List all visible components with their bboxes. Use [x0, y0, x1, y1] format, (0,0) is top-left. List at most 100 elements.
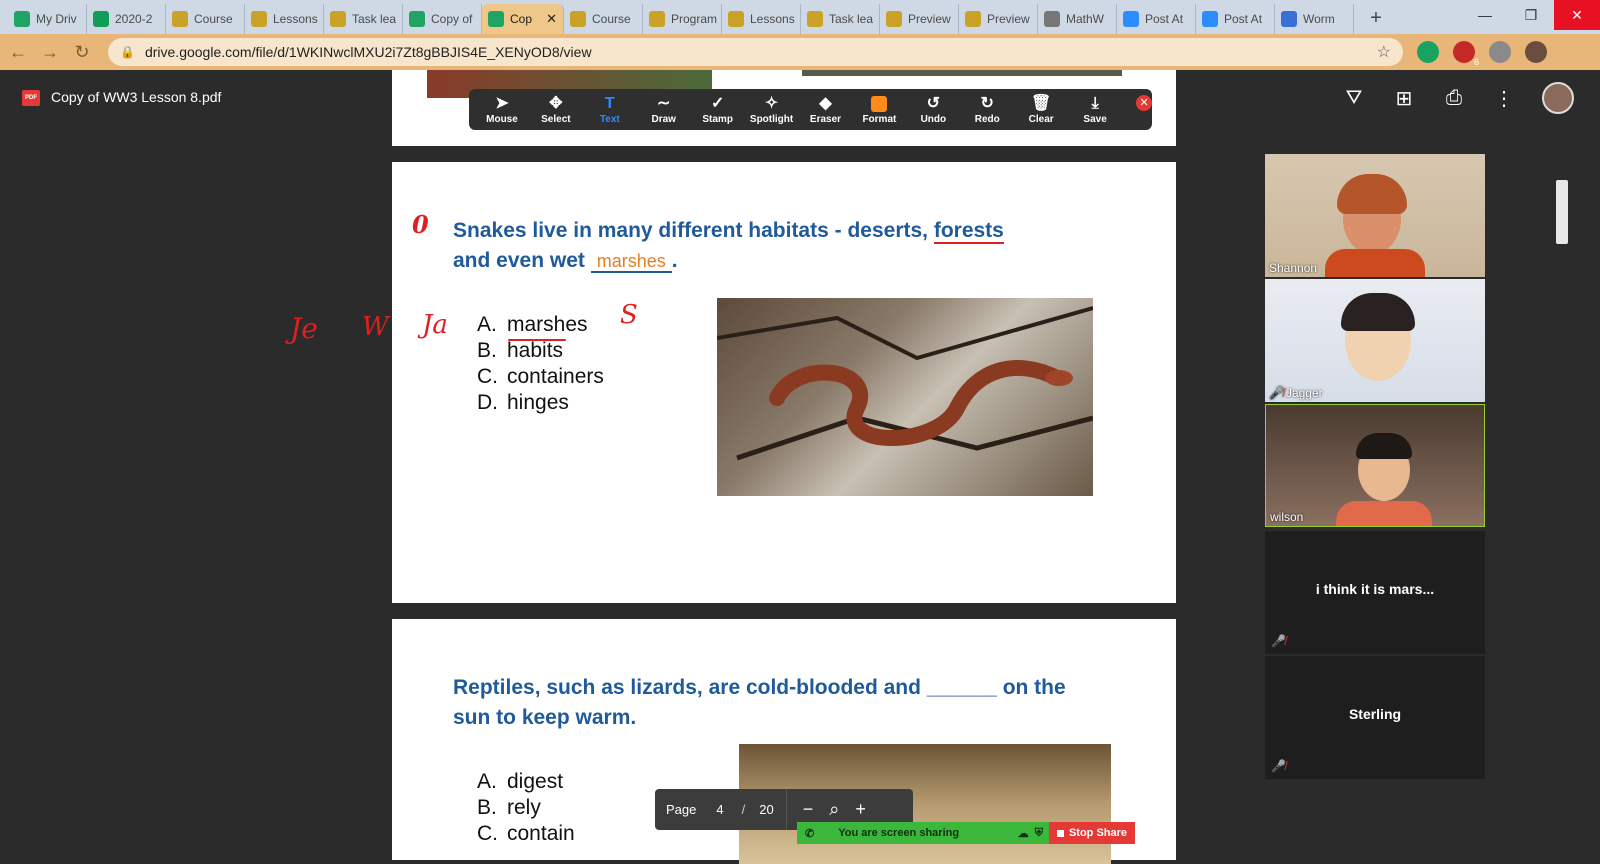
- browser-tab[interactable]: 2020-2: [87, 4, 166, 34]
- browser-tab[interactable]: Task lea: [801, 4, 880, 34]
- tab-label: Course: [194, 12, 233, 26]
- stop-share-button[interactable]: Stop Share: [1049, 822, 1135, 844]
- participant-tile-no-video[interactable]: i think it is mars... 🎤̸: [1265, 531, 1485, 654]
- tool-clear-button[interactable]: 🗑 Clear: [1014, 94, 1068, 125]
- browser-tab[interactable]: Course: [166, 4, 245, 34]
- participant-tile-sterling[interactable]: Sterling 🎤̸: [1265, 656, 1485, 779]
- answer-option: A. digest: [477, 769, 575, 795]
- new-tab-icon[interactable]: +: [1362, 4, 1390, 32]
- extension-green-icon[interactable]: [1417, 41, 1439, 63]
- back-icon[interactable]: ←: [4, 38, 32, 66]
- muted-mic-icon: 🎤̸: [1269, 386, 1284, 400]
- participant-tile-jagger[interactable]: 🎤̸ Jagger: [1265, 279, 1485, 402]
- scrollbar-thumb[interactable]: [1556, 180, 1568, 244]
- restore-icon[interactable]: ❐: [1508, 0, 1554, 30]
- browser-tab[interactable]: Lessons: [245, 4, 324, 34]
- browser-tab[interactable]: MathW: [1038, 4, 1117, 34]
- browser-tab[interactable]: Program: [643, 4, 722, 34]
- squiggle-icon: ∼: [657, 95, 671, 112]
- close-toolbar-icon[interactable]: ✕: [1136, 94, 1153, 111]
- tool-spotlight-button[interactable]: ✧ Spotlight: [745, 94, 799, 125]
- google-sheets-icon: [93, 11, 109, 27]
- tool-draw-button[interactable]: ∼ Draw: [637, 94, 691, 125]
- tool-format-button[interactable]: Format: [852, 94, 906, 125]
- tool-stamp-button[interactable]: ✓ Stamp: [691, 94, 745, 125]
- extension-badge-icon[interactable]: 6: [1453, 41, 1479, 67]
- browser-tab[interactable]: Preview: [959, 4, 1038, 34]
- account-avatar[interactable]: [1542, 82, 1574, 114]
- browser-tab[interactable]: Copy of: [403, 4, 482, 34]
- participant-shirt: [1325, 249, 1425, 277]
- browser-tab[interactable]: Cop ✕: [482, 4, 564, 34]
- participant-tile-wilson[interactable]: wilson: [1265, 404, 1485, 527]
- stop-square-icon: [1056, 829, 1064, 837]
- more-options-icon[interactable]: ⋮: [1492, 86, 1516, 111]
- browser-tab[interactable]: Post At: [1117, 4, 1196, 34]
- print-icon[interactable]: ⎙: [1442, 87, 1466, 110]
- answer-option: B. habits: [477, 338, 604, 364]
- url-input[interactable]: 🔒 drive.google.com/file/d/1WKINwclMXU2i7…: [108, 38, 1403, 66]
- question-2-line2: sun to keep warm.: [453, 706, 637, 729]
- tab-label: 2020-2: [115, 12, 153, 26]
- tool-text-button[interactable]: T Text: [583, 94, 637, 125]
- tool-redo-button[interactable]: ↻ Redo: [960, 94, 1014, 125]
- zoom-out-icon[interactable]: −: [803, 799, 814, 820]
- browser-tab[interactable]: Worm: [1275, 4, 1354, 34]
- doc-icon: [251, 11, 267, 27]
- tool-eraser-button[interactable]: ◆ Eraser: [799, 94, 853, 125]
- question-2-options: A. digest B. rely C. contain: [477, 769, 575, 847]
- participant-name: wilson: [1270, 510, 1304, 524]
- browser-tab[interactable]: My Driv: [8, 4, 87, 34]
- browser-tab[interactable]: Lessons: [722, 4, 801, 34]
- tool-label: Format: [862, 114, 897, 125]
- close-tab-icon[interactable]: ✕: [546, 11, 557, 27]
- tab-label: My Driv: [36, 12, 77, 26]
- tool-label: Mouse: [486, 114, 518, 125]
- tool-undo-button[interactable]: ↺ Undo: [906, 94, 960, 125]
- page-label: Page: [666, 802, 697, 817]
- sharing-status: ✆ You are screen sharing ☁ ⛨: [797, 822, 1049, 844]
- trash-icon: 🗑: [1031, 95, 1052, 112]
- screen-share-bar: ✆ You are screen sharing ☁ ⛨ Stop Share: [797, 822, 1135, 844]
- download-icon: ⤓: [1091, 95, 1099, 112]
- participant-tile-shannon[interactable]: Shannon: [1265, 154, 1485, 277]
- browser-tab[interactable]: Course: [564, 4, 643, 34]
- question-1-options: A. marshes B. habits C. containers D. hinges: [477, 312, 604, 416]
- browser-tab[interactable]: Task lea: [324, 4, 403, 34]
- snake-photo: [717, 298, 1093, 496]
- browser-tab[interactable]: Preview: [880, 4, 959, 34]
- reload-icon[interactable]: ↻: [68, 38, 96, 66]
- tool-mouse-button[interactable]: ➤ Mouse: [475, 94, 529, 125]
- add-comment-icon[interactable]: ⊞: [1392, 86, 1416, 111]
- option-text: habits: [507, 339, 564, 362]
- zoom-in-icon[interactable]: +: [855, 799, 866, 820]
- forward-icon[interactable]: →: [36, 38, 64, 66]
- tool-label: Draw: [651, 114, 676, 125]
- close-window-icon[interactable]: ✕: [1554, 0, 1600, 30]
- browser-tab[interactable]: Post At: [1196, 4, 1275, 34]
- tool-select-button[interactable]: ✥ Select: [529, 94, 583, 125]
- tool-save-button[interactable]: ⤓ Save: [1068, 94, 1122, 125]
- tab-label: Lessons: [750, 12, 795, 26]
- extensions-puzzle-icon[interactable]: [1489, 41, 1511, 63]
- tool-label: Eraser: [809, 114, 842, 125]
- tab-label: Program: [671, 12, 718, 26]
- bookmark-star-icon[interactable]: ☆: [1377, 42, 1391, 62]
- ink-initials-w: W: [362, 312, 389, 342]
- text-t-icon: T: [604, 95, 615, 112]
- minimize-icon[interactable]: —: [1462, 0, 1508, 30]
- pager-divider: [785, 789, 787, 830]
- zoom-icon: [1202, 11, 1218, 27]
- profile-avatar-icon[interactable]: [1525, 41, 1547, 63]
- question-1-period: .: [671, 249, 678, 272]
- add-to-drive-icon[interactable]: ⛛: [1342, 87, 1366, 110]
- option-text: contain: [507, 822, 575, 845]
- zoom-magnifier-icon[interactable]: ⌕: [829, 799, 839, 820]
- participant-hair: [1337, 174, 1407, 214]
- cursor-arrow-icon: ➤: [495, 95, 509, 112]
- option-letter: A.: [477, 313, 497, 336]
- participant-name: Jagger: [1285, 386, 1323, 400]
- tab-label: Copy of: [431, 12, 473, 26]
- extension-badge-count: 6: [1473, 57, 1479, 67]
- page-number-input[interactable]: 4: [716, 802, 723, 817]
